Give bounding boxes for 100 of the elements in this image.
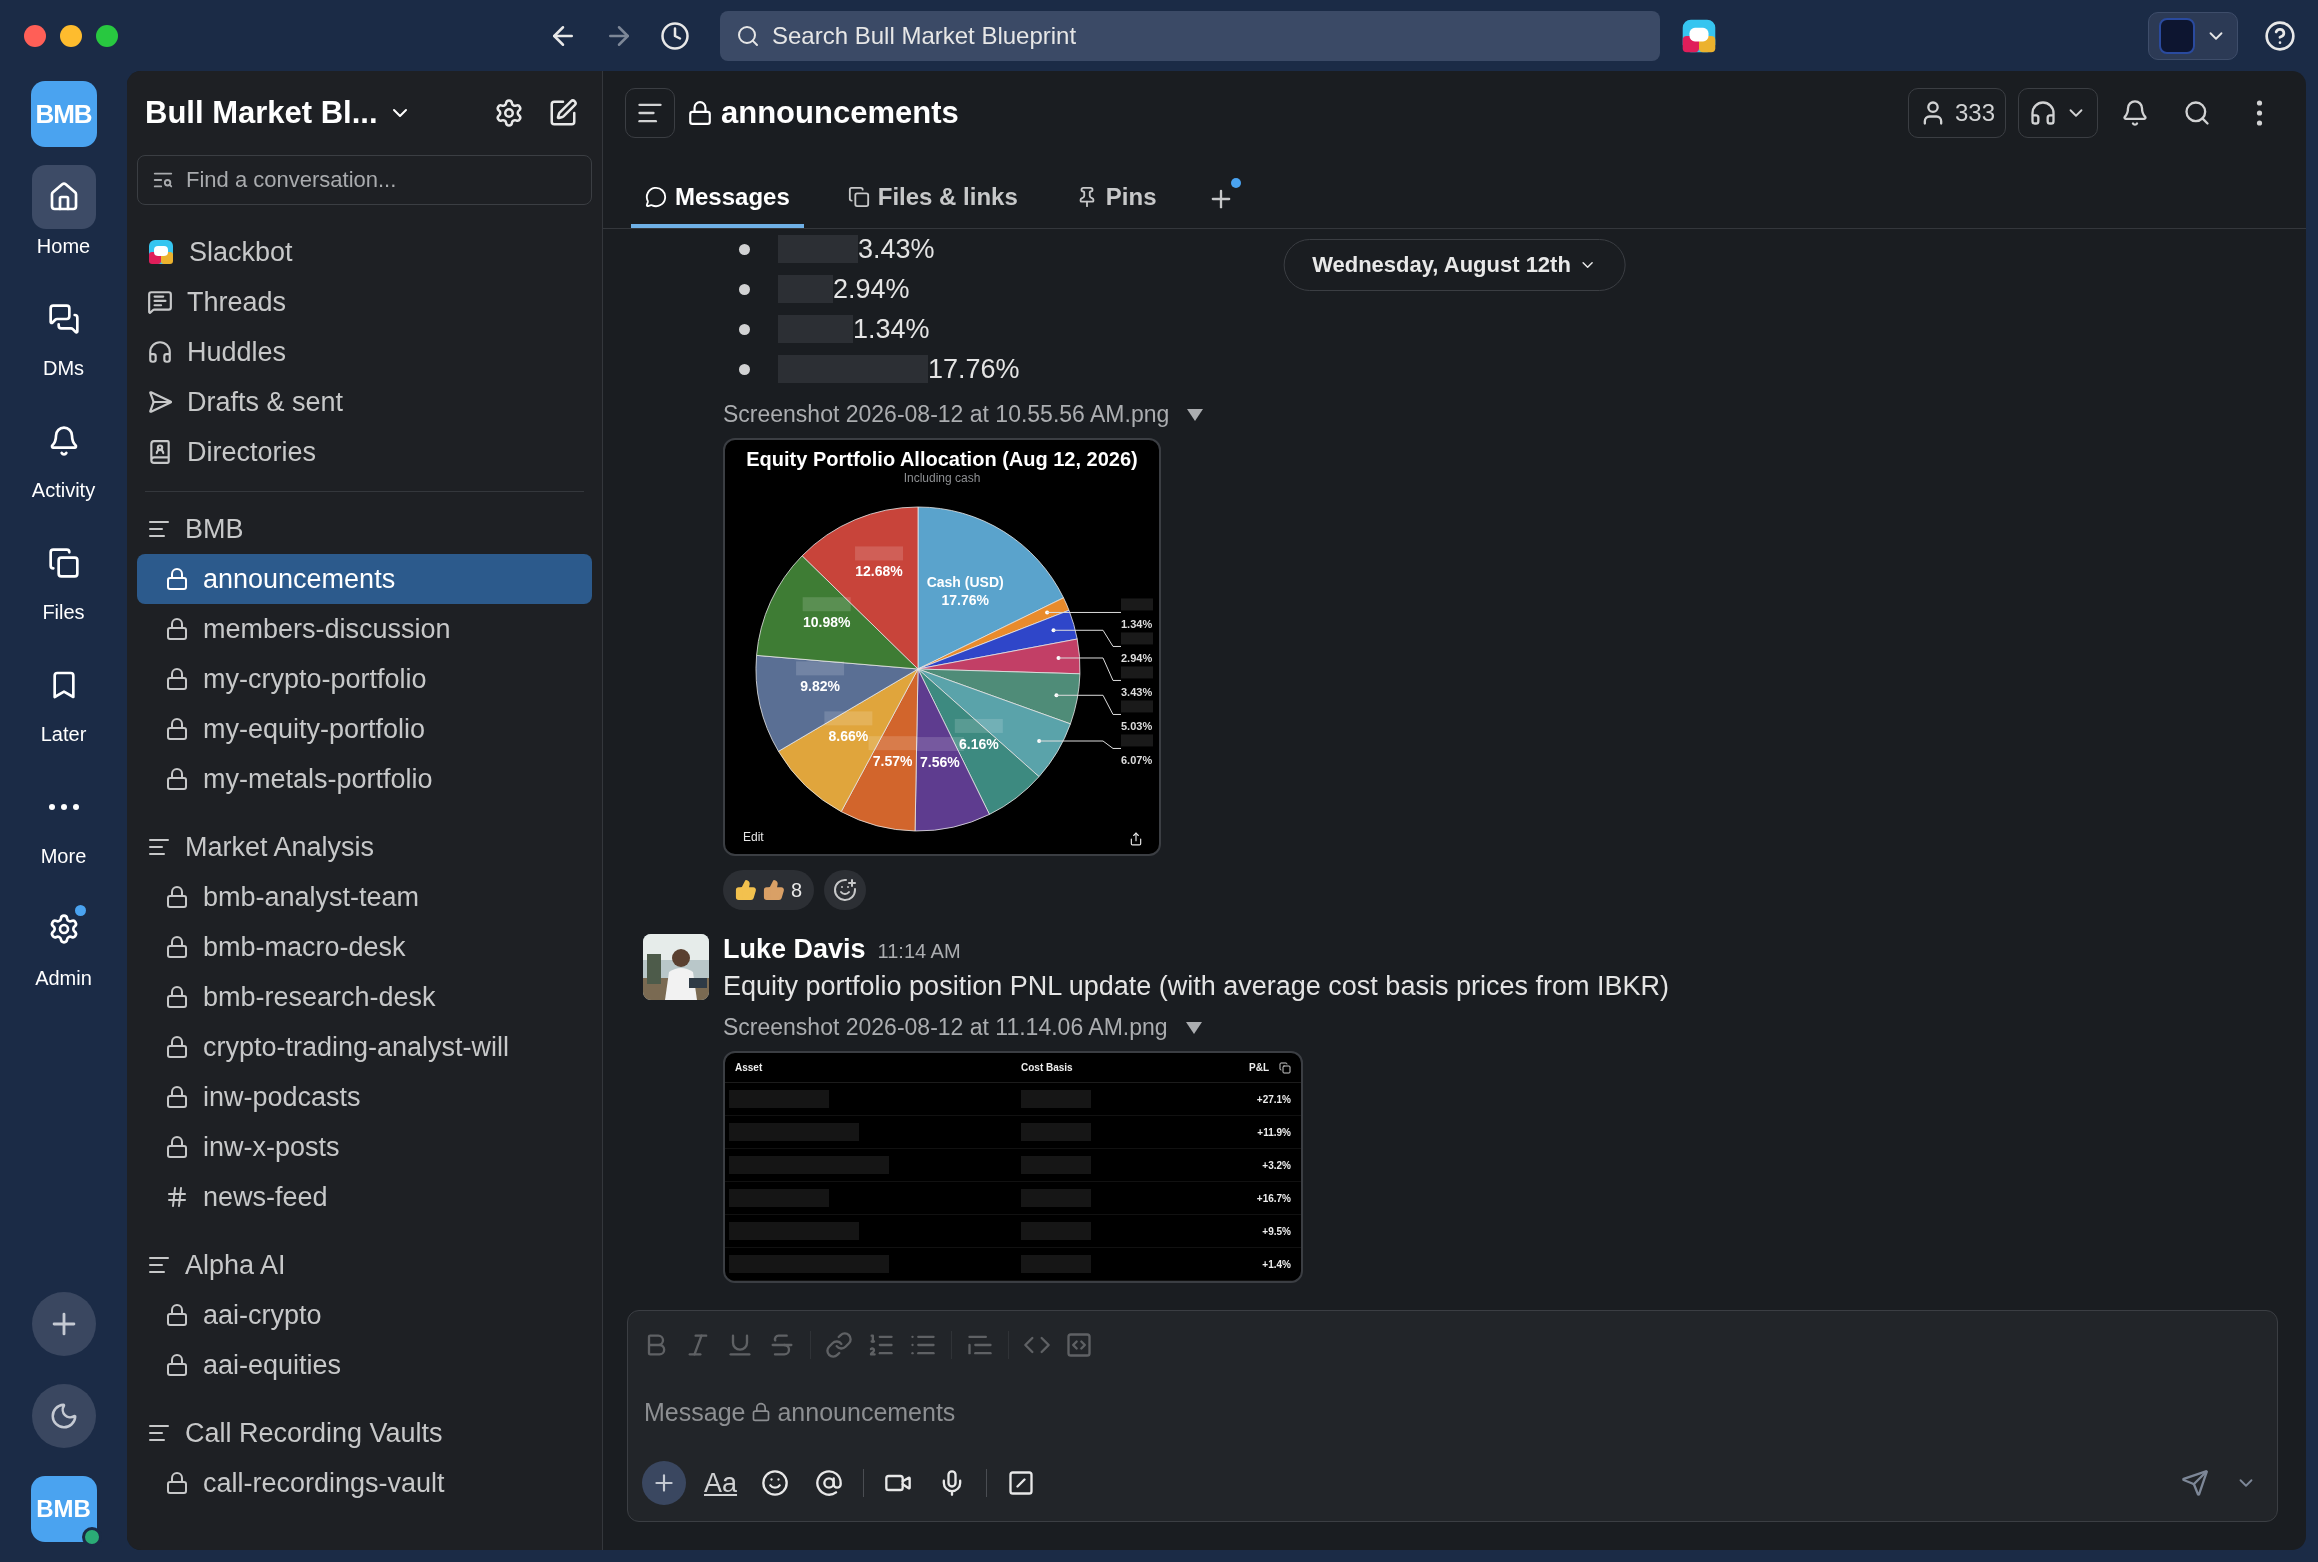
bell-icon <box>2121 99 2149 127</box>
value-label: 7.57% <box>872 753 913 770</box>
rail-button[interactable]: More <box>31 775 96 897</box>
section-header[interactable]: Market Analysis <box>137 822 592 872</box>
channel-item[interactable]: my-equity-portfolio <box>137 704 592 754</box>
edit-label[interactable]: Edit <box>743 830 764 844</box>
attach-button[interactable] <box>642 1461 686 1505</box>
bullet-icon <box>739 283 750 295</box>
redaction-bar <box>1121 700 1153 713</box>
workspace-menu[interactable]: Bull Market Bl... <box>145 95 412 131</box>
tab[interactable]: Pins <box>1061 170 1171 228</box>
redaction-bar <box>802 597 851 612</box>
rail-button[interactable]: Activity <box>31 409 96 531</box>
sidebar-item[interactable]: Directories <box>137 427 592 477</box>
channel-item[interactable]: inw-podcasts <box>137 1072 592 1122</box>
redaction-bar <box>824 711 873 726</box>
channel-item[interactable]: news-feed <box>137 1172 592 1222</box>
channel-item[interactable]: my-crypto-portfolio <box>137 654 592 704</box>
formatting-button[interactable]: Aa <box>700 1463 742 1503</box>
sidebar-item[interactable]: Drafts & sent <box>137 377 592 427</box>
thumbs-up-icon <box>735 879 757 901</box>
copy-icon[interactable] <box>1279 1061 1291 1074</box>
column-header: Asset <box>735 1062 764 1073</box>
list-item: 17.76% <box>928 353 1020 385</box>
table-cell-text: +27.1% <box>1255 1093 1291 1105</box>
channel-item[interactable]: my-metals-portfolio <box>137 754 592 804</box>
rail-button[interactable]: Files <box>31 531 96 653</box>
share-icon[interactable] <box>1129 832 1143 846</box>
channel-item[interactable]: bmb-analyst-team <box>137 872 592 922</box>
reaction[interactable]: 8 <box>723 870 815 910</box>
channel-item[interactable]: crypto-trading-analyst-will <box>137 1022 592 1072</box>
huddle-button[interactable] <box>2018 88 2098 138</box>
send-icon <box>2181 1469 2209 1497</box>
redaction-bar <box>1121 666 1153 679</box>
smile-icon <box>761 1469 790 1497</box>
chart-image[interactable]: Equity Portfolio Allocation (Aug 12, 2026) Including cash 12.68% Cash (USD) 17.76% 10.98% 1.34% 2.94% 9.82% 3.43% 5.03% 8.66% 6.16% 7.57% 7.56% 6.07% Edit <box>723 438 1161 856</box>
timestamp[interactable]: 11:14 AM <box>877 940 961 962</box>
maximize-button[interactable] <box>96 24 118 47</box>
caret-icon[interactable] <box>1187 408 1204 421</box>
sidebar-item[interactable]: Slackbot <box>137 227 592 277</box>
channel-item[interactable]: bmb-research-desk <box>137 972 592 1022</box>
section-header[interactable]: Alpha AI <box>137 1240 592 1290</box>
channel-item[interactable]: bmb-macro-desk <box>137 922 592 972</box>
rail-button[interactable]: Home <box>31 165 96 287</box>
list-item: 1.34% <box>853 313 930 345</box>
leader-line <box>1056 656 1122 681</box>
table-cell-text: +1.4% <box>1261 1258 1291 1270</box>
value-label: 1.34% <box>1121 618 1153 631</box>
ellipsis-icon <box>47 803 80 811</box>
files-icon <box>47 547 80 579</box>
search-icon <box>736 23 760 48</box>
value-label: 10.98% <box>802 614 851 631</box>
date-divider[interactable]: Wednesday, August 12th <box>1283 239 1626 291</box>
members-button[interactable]: 333 <box>1907 88 2006 138</box>
channel-item[interactable]: aai-crypto <box>137 1290 592 1340</box>
section-header[interactable]: BMB <box>137 504 592 554</box>
search-field[interactable]: Find a conversation... <box>137 155 592 205</box>
chat-bubbles-icon <box>47 303 80 335</box>
rail-button[interactable]: DMs <box>31 287 96 409</box>
add-reaction-button[interactable] <box>824 870 867 910</box>
message-field[interactable]: Message announcements <box>642 1371 2263 1453</box>
column-header: P&L <box>1249 1062 1269 1073</box>
at-sign-icon <box>815 1469 844 1497</box>
channel-item[interactable]: inw-x-posts <box>137 1122 592 1172</box>
table-image[interactable]: Asset Cost Basis P&L +27.1% +11.9% +3.2% +16.7% +9.5% +1.4% <box>723 1051 1303 1283</box>
channel-item[interactable]: members-discussion <box>137 604 592 654</box>
author-name[interactable]: Luke Davis <box>723 934 866 964</box>
channel-details-button[interactable] <box>625 88 675 138</box>
close-button[interactable] <box>24 24 46 47</box>
avatar-icon <box>2159 17 2195 54</box>
channel-item[interactable]: announcements <box>137 554 592 604</box>
compose-icon <box>548 98 578 128</box>
settings-icon <box>494 98 524 128</box>
value-label: 5.03% <box>1121 720 1153 733</box>
rail-button[interactable]: Later <box>31 653 96 775</box>
tab[interactable]: Messages <box>631 170 804 228</box>
caret-icon[interactable] <box>1185 1021 1202 1034</box>
headphones-icon <box>2029 99 2057 127</box>
channel-title[interactable]: announcements <box>721 95 959 131</box>
clock-icon <box>660 20 690 51</box>
file-name[interactable]: Screenshot 2026-08-12 at 11.14.06 AM.png <box>723 1014 1168 1041</box>
section-header[interactable]: Call Recording Vaults <box>137 1408 592 1458</box>
channel-item[interactable]: call-recordings-vault <box>137 1458 592 1508</box>
file-name[interactable]: Screenshot 2026-08-12 at 10.55.56 AM.png <box>723 401 1170 428</box>
sidebar-item[interactable]: Huddles <box>137 327 592 377</box>
bullet-icon <box>739 323 750 335</box>
minimize-button[interactable] <box>60 24 82 47</box>
value-label: 9.82% <box>800 678 840 695</box>
tab[interactable]: Files & links <box>833 170 1032 228</box>
rail-button[interactable]: Admin <box>31 897 96 1019</box>
redaction-bar <box>1121 598 1153 611</box>
headphones-icon <box>147 339 173 365</box>
column-header: Cost Basis <box>1021 1062 1074 1073</box>
thread-icon <box>147 289 173 315</box>
send-icon <box>147 389 173 415</box>
channel-item[interactable]: aai-equities <box>137 1340 592 1390</box>
value-label: 17.76% <box>941 592 989 609</box>
value-label: 12.68% <box>855 563 903 580</box>
search-field[interactable]: Search Bull Market Blueprint <box>720 10 1660 61</box>
sidebar-item[interactable]: Threads <box>137 277 592 327</box>
